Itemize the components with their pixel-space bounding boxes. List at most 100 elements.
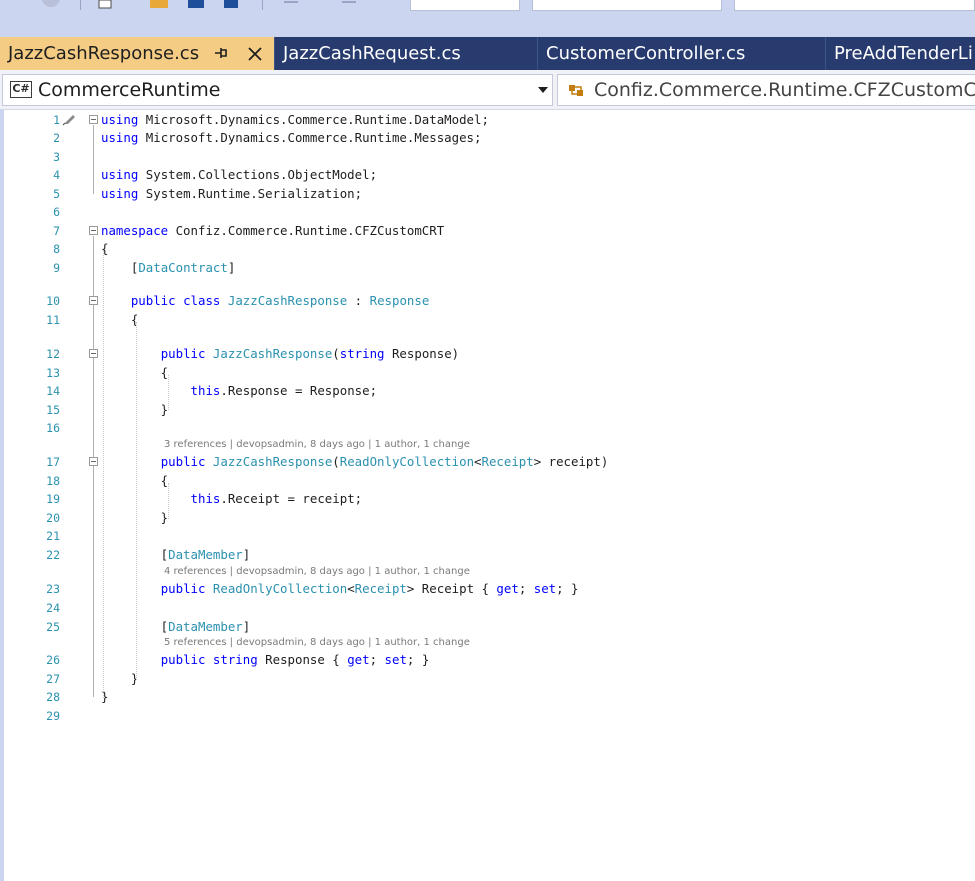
code-line[interactable]: public class JazzCashResponse : Response <box>101 292 429 310</box>
code-text: ; } <box>406 652 430 667</box>
code-text: .Receipt = receipt; <box>220 491 363 506</box>
code-line[interactable]: } <box>101 670 138 688</box>
line-number: 7 <box>53 224 60 238</box>
codelens-info[interactable]: 3 references | devopsadmin, 8 days ago |… <box>164 438 470 452</box>
code-text: ; <box>369 652 385 667</box>
line-number: 11 <box>46 313 60 327</box>
code-keyword: get <box>496 581 519 596</box>
codelens-info[interactable]: 4 references | devopsadmin, 8 days ago |… <box>164 565 470 579</box>
line-number: 26 <box>46 653 60 667</box>
line-number: 4 <box>53 168 60 182</box>
fold-toggle-icon[interactable] <box>89 115 98 124</box>
project-dropdown[interactable]: C# CommerceRuntime <box>2 74 553 106</box>
code-text: Microsoft.Dynamics.Commerce.Runtime.Data… <box>138 112 489 127</box>
toolbar-separator <box>262 0 263 10</box>
line-number: 9 <box>53 261 60 275</box>
code-type: ReadOnlyCollection <box>212 581 348 596</box>
new-file-icon[interactable] <box>96 0 114 10</box>
save-all-icon[interactable] <box>222 0 240 10</box>
project-name: CommerceRuntime <box>38 79 221 101</box>
code-text: ] <box>242 547 251 562</box>
fold-toggle-icon[interactable] <box>89 296 98 305</box>
code-type: Receipt <box>481 454 534 469</box>
undo-icon[interactable] <box>282 0 300 10</box>
code-line[interactable]: using System.Runtime.Serialization; <box>101 185 362 203</box>
code-text: ] <box>242 619 251 634</box>
code-line[interactable]: using System.Collections.ObjectModel; <box>101 166 377 184</box>
fold-toggle-icon[interactable] <box>89 349 98 358</box>
redo-icon[interactable] <box>340 0 358 10</box>
code-text: ; } <box>556 581 579 596</box>
tab-customercontroller[interactable]: CustomerController.cs <box>538 37 826 70</box>
line-number: 10 <box>46 294 60 308</box>
code-text: [ <box>101 547 169 562</box>
code-line[interactable]: using Microsoft.Dynamics.Commerce.Runtim… <box>101 111 489 129</box>
code-line[interactable]: [DataMember] <box>101 618 251 636</box>
line-number: 28 <box>46 690 60 704</box>
dropdown-arrow-icon[interactable] <box>538 87 548 93</box>
code-keyword: namespace <box>101 223 169 238</box>
tab-jazzcashrequest[interactable]: JazzCashRequest.cs <box>275 37 538 70</box>
open-folder-icon[interactable] <box>150 0 168 10</box>
code-text: Confiz.Commerce.Runtime.CFZCustomCRT <box>168 223 445 238</box>
pin-icon[interactable] <box>212 45 230 62</box>
codelens-info[interactable]: 5 references | devopsadmin, 8 days ago |… <box>164 636 470 650</box>
tab-preaddtenderli[interactable]: PreAddTenderLi <box>826 37 975 70</box>
fold-toggle-icon[interactable] <box>89 226 98 235</box>
line-number: 1 <box>53 113 60 127</box>
code-line[interactable]: public string Response { get; set; } <box>101 651 430 669</box>
code-line[interactable]: } <box>101 401 168 419</box>
code-keyword: public <box>160 581 206 596</box>
code-line[interactable]: this.Receipt = receipt; <box>101 490 363 508</box>
platform-dropdown[interactable] <box>532 0 722 11</box>
code-keyword: string <box>339 346 385 361</box>
line-number: 23 <box>46 582 60 596</box>
code-line[interactable]: [DataContract] <box>101 259 235 277</box>
code-text: [ <box>101 619 169 634</box>
code-text: ; <box>518 581 534 596</box>
code-text: Microsoft.Dynamics.Commerce.Runtime.Mess… <box>138 130 482 145</box>
close-icon[interactable] <box>247 46 263 62</box>
fold-toggle-icon[interactable] <box>89 457 98 466</box>
code-line[interactable]: { <box>101 364 168 382</box>
edit-pen-icon <box>62 115 75 126</box>
search-box[interactable] <box>734 0 975 11</box>
line-number: 2 <box>53 131 60 145</box>
code-text: { <box>101 365 169 380</box>
outline-line <box>93 359 94 410</box>
code-keyword: public <box>160 652 206 667</box>
navigation-bar: C# CommerceRuntime Confiz.Commerce.Runti… <box>0 70 975 110</box>
type-scope-dropdown[interactable]: Confiz.Commerce.Runtime.CFZCustomCRT <box>557 74 975 106</box>
indent-guide <box>168 375 169 410</box>
line-number: 12 <box>46 347 60 361</box>
back-icon[interactable] <box>40 0 62 10</box>
line-number: 8 <box>53 242 60 256</box>
line-number: 6 <box>53 205 60 219</box>
code-line[interactable]: public ReadOnlyCollection<Receipt> Recei… <box>101 580 579 598</box>
code-line[interactable]: this.Response = Response; <box>101 382 378 400</box>
code-line[interactable]: { <box>101 472 168 490</box>
save-icon[interactable] <box>188 0 206 10</box>
line-number: 19 <box>46 492 60 506</box>
code-text: } <box>101 402 169 417</box>
tab-jazzcashresponse[interactable]: JazzCashResponse.cs <box>0 37 275 70</box>
code-line[interactable]: } <box>101 509 168 527</box>
code-text: System.Runtime.Serialization; <box>138 186 363 201</box>
code-line[interactable]: public JazzCashResponse(ReadOnlyCollecti… <box>101 453 609 471</box>
line-number: 13 <box>46 366 60 380</box>
code-line[interactable]: [DataMember] <box>101 546 251 564</box>
code-line[interactable]: public JazzCashResponse(string Response) <box>101 345 459 363</box>
code-line[interactable]: using Microsoft.Dynamics.Commerce.Runtim… <box>101 129 481 147</box>
line-number: 21 <box>46 529 60 543</box>
code-line[interactable]: { <box>101 311 138 329</box>
code-line[interactable]: namespace Confiz.Commerce.Runtime.CFZCus… <box>101 222 444 240</box>
configuration-dropdown[interactable] <box>410 0 520 11</box>
code-type: JazzCashResponse <box>212 346 333 361</box>
code-text: } <box>101 510 169 525</box>
line-number: 5 <box>53 187 60 201</box>
